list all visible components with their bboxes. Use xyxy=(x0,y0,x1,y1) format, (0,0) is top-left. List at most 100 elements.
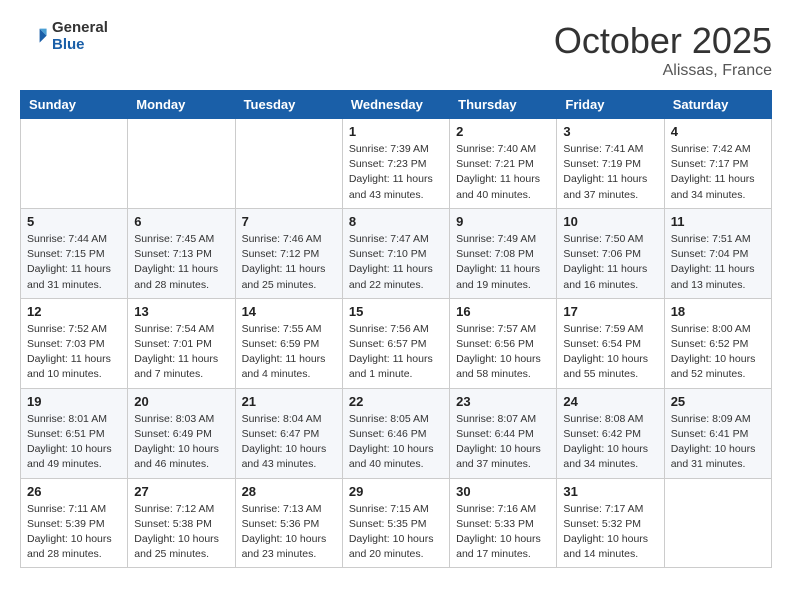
day-number: 26 xyxy=(27,484,121,499)
day-number: 14 xyxy=(242,304,336,319)
calendar-cell: 28Sunrise: 7:13 AMSunset: 5:36 PMDayligh… xyxy=(235,478,342,568)
day-number: 5 xyxy=(27,214,121,229)
day-info: Sunrise: 7:57 AMSunset: 6:56 PMDaylight:… xyxy=(456,322,550,383)
day-number: 8 xyxy=(349,214,443,229)
calendar-cell: 19Sunrise: 8:01 AMSunset: 6:51 PMDayligh… xyxy=(21,388,128,478)
day-info: Sunrise: 7:15 AMSunset: 5:35 PMDaylight:… xyxy=(349,502,443,563)
day-number: 17 xyxy=(563,304,657,319)
calendar-cell: 30 Sunrise: 7:16 AMSunset: 5:33 PMDayligh… xyxy=(450,478,557,568)
weekday-header-thursday: Thursday xyxy=(450,91,557,119)
logo-text-general: General xyxy=(52,20,108,37)
week-row-4: 19Sunrise: 8:01 AMSunset: 6:51 PMDayligh… xyxy=(21,388,772,478)
day-info: Sunrise: 7:55 AMSunset: 6:59 PMDaylight:… xyxy=(242,322,336,383)
calendar-cell xyxy=(664,478,771,568)
day-number: 24 xyxy=(563,394,657,409)
calendar-cell: 9 Sunrise: 7:49 AMSunset: 7:08 PMDaylight… xyxy=(450,208,557,298)
week-row-1: 1Sunrise: 7:39 AMSunset: 7:23 PMDaylight… xyxy=(21,119,772,209)
day-number: 6 xyxy=(134,214,228,229)
weekday-header-wednesday: Wednesday xyxy=(342,91,449,119)
calendar-cell: 12Sunrise: 7:52 AMSunset: 7:03 PMDayligh… xyxy=(21,298,128,388)
day-number: 20 xyxy=(134,394,228,409)
logo-text-blue: Blue xyxy=(52,37,108,54)
calendar-cell: 13 Sunrise: 7:54 AMSunset: 7:01 PMDayligh… xyxy=(128,298,235,388)
day-info: Sunrise: 7:51 AMSunset: 7:04 PMDaylight:… xyxy=(671,232,765,293)
week-row-3: 12Sunrise: 7:52 AMSunset: 7:03 PMDayligh… xyxy=(21,298,772,388)
day-info: Sunrise: 7:49 AMSunset: 7:08 PMDaylight:… xyxy=(456,232,550,293)
day-number: 18 xyxy=(671,304,765,319)
day-number: 28 xyxy=(242,484,336,499)
weekday-header-tuesday: Tuesday xyxy=(235,91,342,119)
calendar-cell: 4 Sunrise: 7:42 AMSunset: 7:17 PMDaylight… xyxy=(664,119,771,209)
month-title: October 2025 xyxy=(554,20,772,62)
day-info: Sunrise: 7:54 AMSunset: 7:01 PMDaylight:… xyxy=(134,322,228,383)
day-number: 21 xyxy=(242,394,336,409)
calendar-cell: 1Sunrise: 7:39 AMSunset: 7:23 PMDaylight… xyxy=(342,119,449,209)
day-number: 16 xyxy=(456,304,550,319)
weekday-header-saturday: Saturday xyxy=(664,91,771,119)
calendar-cell: 16 Sunrise: 7:57 AMSunset: 6:56 PMDayligh… xyxy=(450,298,557,388)
calendar-cell: 14 Sunrise: 7:55 AMSunset: 6:59 PMDayligh… xyxy=(235,298,342,388)
calendar-cell: 6 Sunrise: 7:45 AMSunset: 7:13 PMDaylight… xyxy=(128,208,235,298)
day-number: 12 xyxy=(27,304,121,319)
logo-icon xyxy=(20,23,48,51)
week-row-5: 26 Sunrise: 7:11 AMSunset: 5:39 PMDayligh… xyxy=(21,478,772,568)
calendar-cell: 5 Sunrise: 7:44 AMSunset: 7:15 PMDaylight… xyxy=(21,208,128,298)
day-info: Sunrise: 8:08 AMSunset: 6:42 PMDaylight:… xyxy=(563,412,657,473)
day-info: Sunrise: 7:45 AMSunset: 7:13 PMDaylight:… xyxy=(134,232,228,293)
location: Alissas, France xyxy=(554,62,772,80)
day-number: 3 xyxy=(563,124,657,139)
day-info: Sunrise: 7:59 AMSunset: 6:54 PMDaylight:… xyxy=(563,322,657,383)
day-number: 19 xyxy=(27,394,121,409)
day-number: 15 xyxy=(349,304,443,319)
calendar-cell: 2Sunrise: 7:40 AMSunset: 7:21 PMDaylight… xyxy=(450,119,557,209)
day-number: 10 xyxy=(563,214,657,229)
day-info: Sunrise: 7:56 AMSunset: 6:57 PMDaylight:… xyxy=(349,322,443,383)
day-number: 22 xyxy=(349,394,443,409)
day-info: Sunrise: 8:04 AMSunset: 6:47 PMDaylight:… xyxy=(242,412,336,473)
weekday-header-monday: Monday xyxy=(128,91,235,119)
day-info: Sunrise: 8:03 AMSunset: 6:49 PMDaylight:… xyxy=(134,412,228,473)
weekday-header-sunday: Sunday xyxy=(21,91,128,119)
day-info: Sunrise: 7:42 AMSunset: 7:17 PMDaylight:… xyxy=(671,142,765,203)
weekday-header-friday: Friday xyxy=(557,91,664,119)
day-info: Sunrise: 7:44 AMSunset: 7:15 PMDaylight:… xyxy=(27,232,121,293)
logo: General Blue xyxy=(20,20,108,53)
calendar-cell: 26 Sunrise: 7:11 AMSunset: 5:39 PMDayligh… xyxy=(21,478,128,568)
calendar-cell: 21 Sunrise: 8:04 AMSunset: 6:47 PMDayligh… xyxy=(235,388,342,478)
calendar-cell: 8 Sunrise: 7:47 AMSunset: 7:10 PMDaylight… xyxy=(342,208,449,298)
calendar-cell: 29Sunrise: 7:15 AMSunset: 5:35 PMDayligh… xyxy=(342,478,449,568)
calendar-cell: 27Sunrise: 7:12 AMSunset: 5:38 PMDayligh… xyxy=(128,478,235,568)
title-block: October 2025 Alissas, France xyxy=(554,20,772,80)
calendar-cell: 7 Sunrise: 7:46 AMSunset: 7:12 PMDaylight… xyxy=(235,208,342,298)
day-number: 25 xyxy=(671,394,765,409)
day-number: 9 xyxy=(456,214,550,229)
day-info: Sunrise: 8:00 AMSunset: 6:52 PMDaylight:… xyxy=(671,322,765,383)
day-number: 13 xyxy=(134,304,228,319)
calendar-cell: 18 Sunrise: 8:00 AMSunset: 6:52 PMDayligh… xyxy=(664,298,771,388)
day-number: 4 xyxy=(671,124,765,139)
day-info: Sunrise: 7:41 AMSunset: 7:19 PMDaylight:… xyxy=(563,142,657,203)
calendar-cell xyxy=(128,119,235,209)
day-info: Sunrise: 7:11 AMSunset: 5:39 PMDaylight:… xyxy=(27,502,121,563)
day-number: 2 xyxy=(456,124,550,139)
day-info: Sunrise: 7:50 AMSunset: 7:06 PMDaylight:… xyxy=(563,232,657,293)
calendar-cell xyxy=(21,119,128,209)
day-info: Sunrise: 7:16 AMSunset: 5:33 PMDaylight:… xyxy=(456,502,550,563)
day-number: 11 xyxy=(671,214,765,229)
day-info: Sunrise: 8:09 AMSunset: 6:41 PMDaylight:… xyxy=(671,412,765,473)
day-info: Sunrise: 7:47 AMSunset: 7:10 PMDaylight:… xyxy=(349,232,443,293)
calendar-cell: 3 Sunrise: 7:41 AMSunset: 7:19 PMDaylight… xyxy=(557,119,664,209)
calendar-cell: 11 Sunrise: 7:51 AMSunset: 7:04 PMDayligh… xyxy=(664,208,771,298)
calendar-cell xyxy=(235,119,342,209)
day-info: Sunrise: 7:46 AMSunset: 7:12 PMDaylight:… xyxy=(242,232,336,293)
day-number: 30 xyxy=(456,484,550,499)
calendar-cell: 22 Sunrise: 8:05 AMSunset: 6:46 PMDayligh… xyxy=(342,388,449,478)
day-info: Sunrise: 8:05 AMSunset: 6:46 PMDaylight:… xyxy=(349,412,443,473)
day-number: 7 xyxy=(242,214,336,229)
calendar-cell: 24 Sunrise: 8:08 AMSunset: 6:42 PMDayligh… xyxy=(557,388,664,478)
day-info: Sunrise: 8:07 AMSunset: 6:44 PMDaylight:… xyxy=(456,412,550,473)
calendar-cell: 10 Sunrise: 7:50 AMSunset: 7:06 PMDayligh… xyxy=(557,208,664,298)
day-number: 27 xyxy=(134,484,228,499)
day-number: 23 xyxy=(456,394,550,409)
calendar-cell: 23 Sunrise: 8:07 AMSunset: 6:44 PMDayligh… xyxy=(450,388,557,478)
